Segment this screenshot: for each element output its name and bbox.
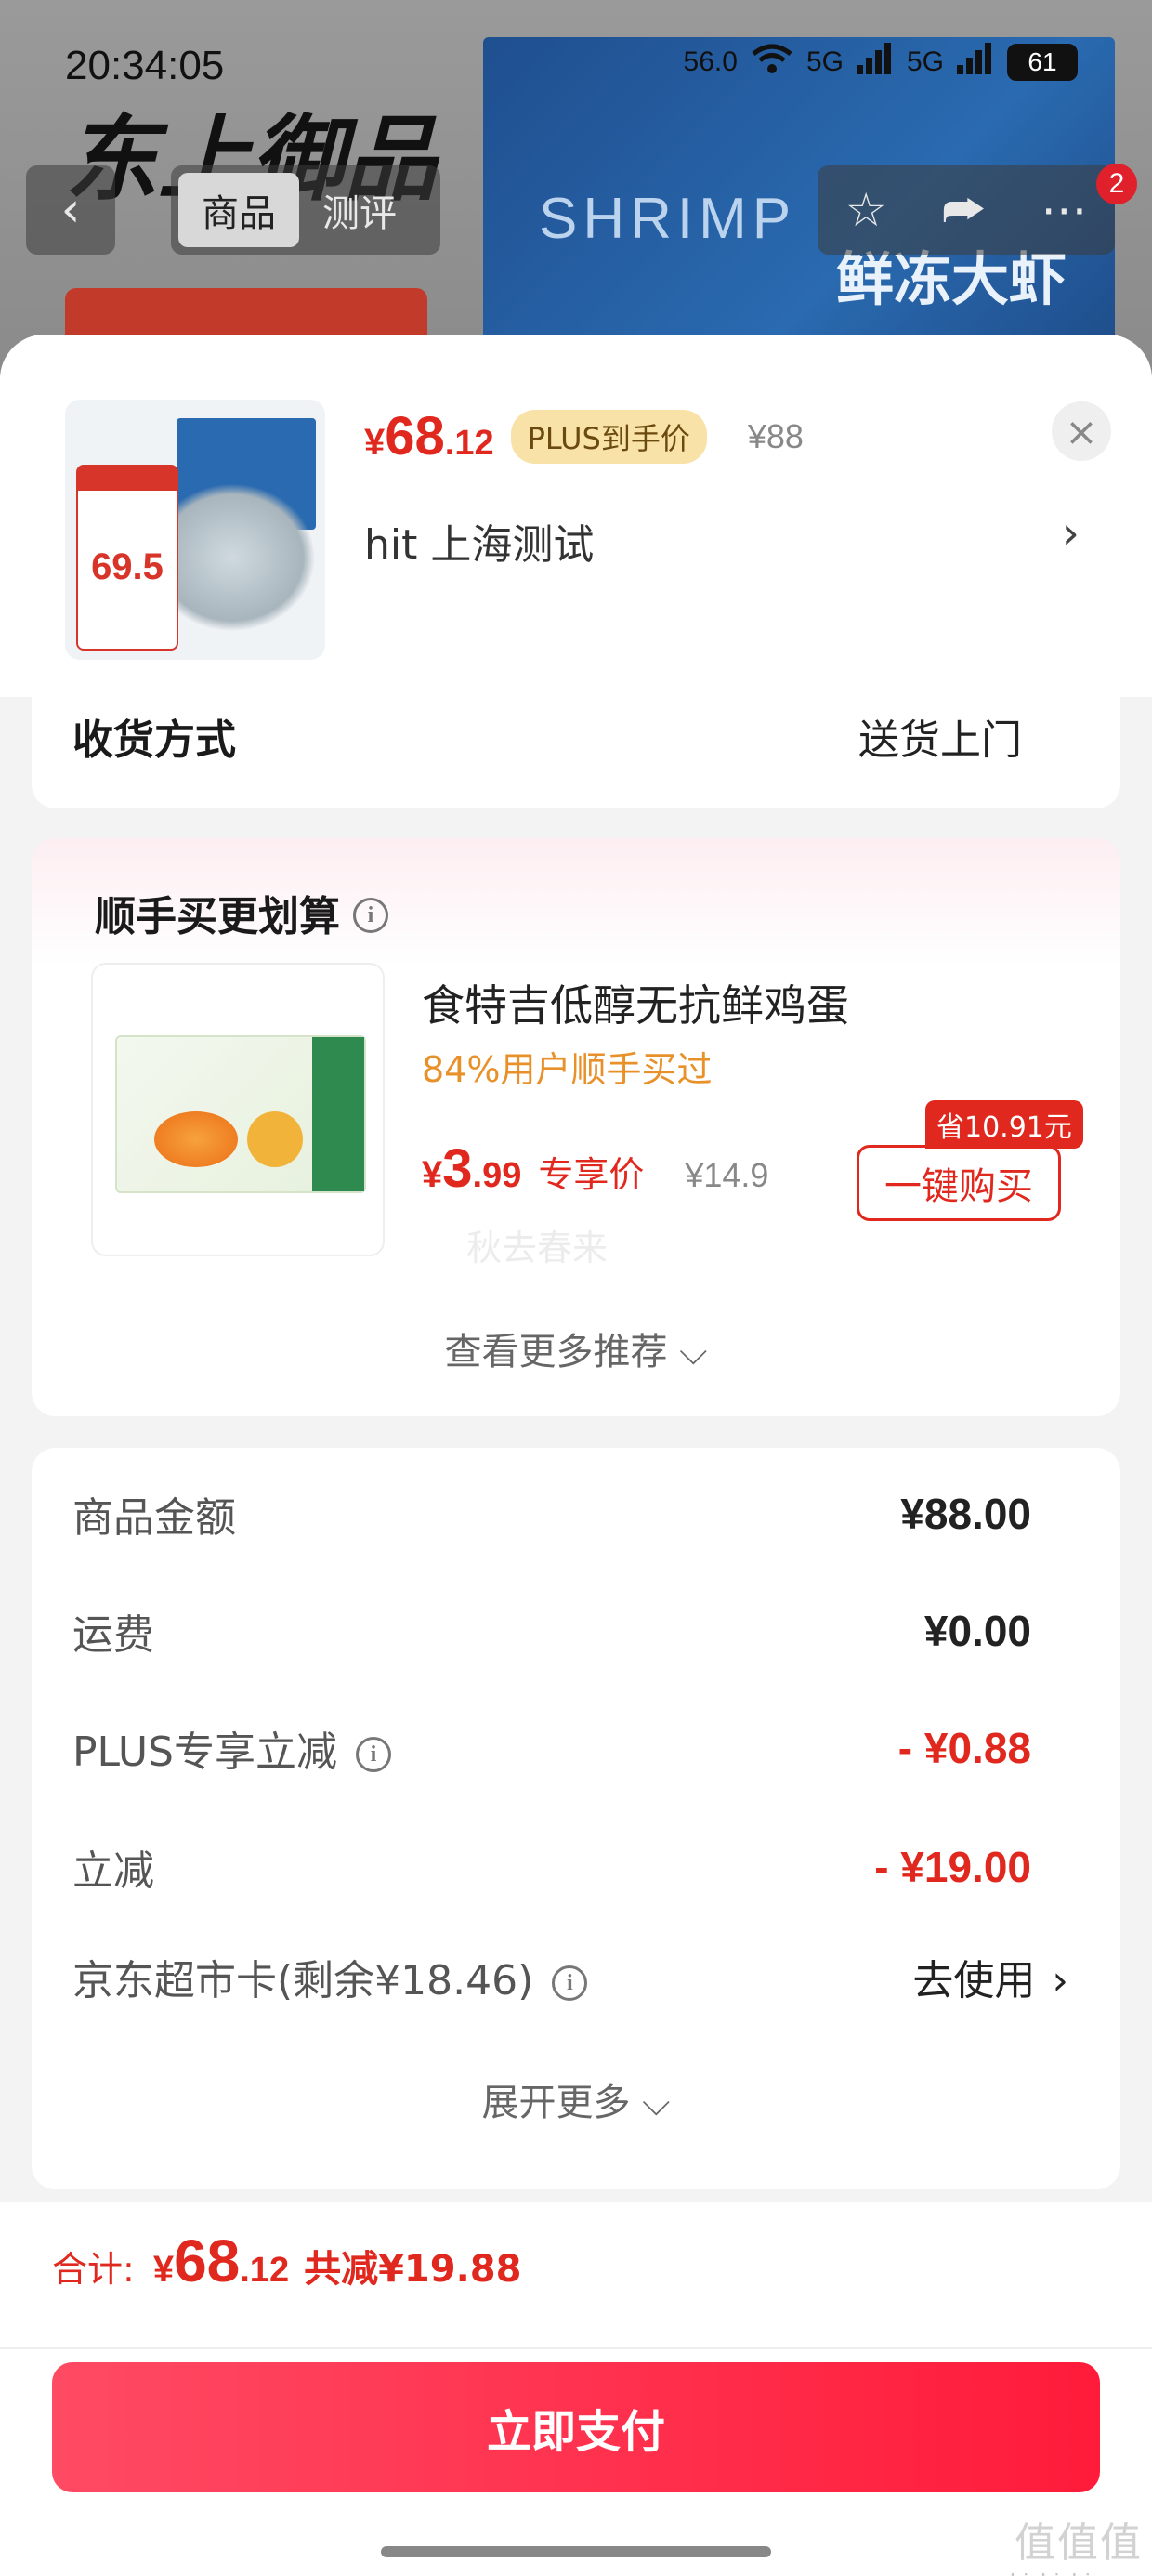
price-row-supermarket-card[interactable]: 京东超市卡(剩余¥18.46) i 去使用 ›: [72, 1944, 1068, 2009]
notification-badge: 2: [1096, 164, 1137, 204]
price-dec: .12: [444, 424, 494, 463]
thumb-promo-tag: 69.5: [76, 465, 178, 651]
price-row-label: 运费: [72, 1611, 154, 1659]
price-row-value: - ¥19.00: [874, 1843, 1031, 1891]
net-speed: 56.0: [683, 46, 738, 77]
exclusive-price-tag: 专享价: [538, 1154, 645, 1195]
price-row-value: ¥0.00: [923, 1607, 1031, 1655]
footer-divider: [0, 2347, 1152, 2349]
signal-a-label: 5G: [805, 46, 844, 77]
info-icon[interactable]: i: [353, 898, 388, 933]
home-indicator[interactable]: [381, 2546, 771, 2557]
price-row-value: - ¥0.88: [897, 1724, 1031, 1772]
recommendation-card: 顺手买更划算 i 食特吉低醇无抗鲜鸡蛋 84%用户顺手买过 ¥3.99 专享价 ¥…: [32, 838, 1120, 1416]
thumb-price: 69.5: [91, 546, 164, 587]
more-recommendations-link[interactable]: 查看更多推荐 ⌵: [32, 1321, 1120, 1375]
tab-switcher: 商品 测评: [171, 165, 440, 255]
price-row-label-wrap: 京东超市卡(剩余¥18.46) i: [72, 1947, 588, 2006]
tab-review[interactable]: 测评: [299, 173, 420, 247]
price-row-value: ¥88.00: [900, 1490, 1031, 1538]
signal-icon: [957, 43, 994, 82]
star-icon[interactable]: ☆: [845, 183, 887, 237]
delivery-method-card: 收货方式 送货上门: [32, 688, 1120, 808]
recommendation-title: 顺手买更划算 i: [95, 883, 388, 942]
total-label: 合计:: [52, 2249, 135, 2290]
price-row-label: 京东超市卡(剩余¥18.46): [72, 1957, 534, 2004]
chevron-right-icon: ›: [1052, 1957, 1068, 2004]
share-icon[interactable]: ⮫: [942, 183, 986, 238]
product-price-line: ¥68.12 PLUS到手价 ¥88: [364, 405, 804, 467]
signal-icon: [856, 43, 894, 82]
product-thumbnail: 69.5: [65, 400, 325, 660]
thumb-tag-strip: [78, 467, 177, 491]
box-text-en: SHRIMP: [539, 187, 797, 251]
info-icon[interactable]: i: [356, 1737, 391, 1772]
watermark-text: 秋去春来: [466, 1228, 609, 1268]
total-dec: .12: [240, 2251, 290, 2290]
use-card-link[interactable]: 去使用 ›: [912, 1947, 1068, 2006]
price-detail-card: 商品金额 ¥88.00 运费 ¥0.00 PLUS专享立减 i - ¥0.88 立…: [32, 1448, 1120, 2189]
signal-b-label: 5G: [906, 46, 944, 77]
back-button[interactable]: ‹: [26, 165, 115, 255]
price-currency: ¥: [364, 422, 386, 463]
checkout-sheet: 69.5 ¥68.12 PLUS到手价 ¥88 × hit 上海测试 › 收货方…: [0, 335, 1152, 2576]
plus-price-tag: PLUS到手价: [510, 409, 707, 464]
recommended-item-image[interactable]: [91, 963, 385, 1256]
delivery-value[interactable]: 送货上门: [858, 706, 1022, 766]
egg-badge-image: [247, 1111, 303, 1167]
expand-more-link[interactable]: 展开更多 ⌵: [32, 2072, 1120, 2126]
pay-now-button[interactable]: 立即支付: [52, 2362, 1100, 2492]
egg-yolk-image: [154, 1111, 238, 1167]
sheet-header: 69.5 ¥68.12 PLUS到手价 ¥88 × hit 上海测试 ›: [0, 335, 1152, 697]
recommendation-title-text: 顺手买更划算: [95, 893, 340, 940]
use-card-text: 去使用: [912, 1957, 1036, 2004]
total-currency: ¥: [152, 2249, 175, 2290]
egg-box-side: [312, 1037, 364, 1191]
close-button[interactable]: ×: [1052, 401, 1111, 461]
wifi-icon: [751, 43, 793, 82]
more-icon[interactable]: ⋯: [1041, 183, 1087, 237]
price-row-discount: 立减 - ¥19.00: [72, 1834, 1031, 1899]
status-bar: 20:34:05 56.0 5G 5G 61: [0, 37, 1152, 93]
recommended-price-line: ¥3.99 专享价 ¥14.9: [422, 1137, 768, 1200]
header-actions: ☆ ⮫ ⋯: [818, 165, 1115, 255]
price-row-label: PLUS专享立减: [72, 1728, 337, 1776]
watermark-logo: 值值值: [1015, 2520, 1143, 2566]
status-time: 20:34:05: [65, 43, 225, 88]
product-price: ¥68.12: [364, 405, 494, 467]
recommended-price: ¥3.99: [422, 1137, 521, 1200]
recommended-item-name[interactable]: 食特吉低醇无抗鲜鸡蛋: [422, 972, 849, 1033]
price-int: 68: [385, 406, 445, 467]
egg-price-currency: ¥: [422, 1154, 443, 1195]
total-int: 68: [174, 2228, 241, 2294]
price-row-goods: 商品金额 ¥88.00: [72, 1481, 1031, 1546]
delivery-label: 收货方式: [72, 716, 236, 764]
one-click-buy-button[interactable]: 一键购买: [857, 1145, 1061, 1221]
close-icon: ×: [1065, 408, 1098, 454]
info-icon[interactable]: i: [552, 1965, 588, 2001]
price-row-label-wrap: PLUS专享立减 i: [72, 1718, 391, 1778]
price-row-label: 立减: [72, 1847, 154, 1895]
status-icons: 56.0 5G 5G 61: [684, 43, 1078, 82]
price-row-label: 商品金额: [72, 1494, 236, 1542]
egg-price-dec: .99: [472, 1156, 522, 1195]
tab-product[interactable]: 商品: [178, 173, 299, 247]
bought-together-text: 84%用户顺手买过: [422, 1049, 713, 1090]
chevron-left-icon: ‹: [60, 182, 81, 238]
total-savings: 共减¥19.88: [304, 2248, 522, 2291]
checkout-footer: 合计: ¥ 68 .12 共减¥19.88 立即支付 值值值 zhizhizhi…: [0, 2202, 1152, 2576]
total-line: 合计: ¥ 68 .12 共减¥19.88: [52, 2227, 521, 2295]
recommended-original-price: ¥14.9: [685, 1156, 769, 1194]
battery-icon: 61: [1007, 44, 1078, 81]
egg-price-int: 3: [442, 1138, 473, 1199]
save-badge: 省10.91元: [925, 1100, 1083, 1149]
corner-watermark: 值值值 zhizhizhi.com: [998, 2509, 1143, 2576]
original-price: ¥88: [747, 416, 804, 455]
chevron-right-icon[interactable]: ›: [1062, 507, 1080, 559]
price-row-shipping: 运费 ¥0.00: [72, 1598, 1031, 1663]
watermark-url: zhizhizhi.com: [998, 2569, 1143, 2576]
delivery-address[interactable]: hit 上海测试: [364, 511, 594, 571]
price-row-plus-discount: PLUS专享立减 i - ¥0.88: [72, 1715, 1031, 1781]
egg-box-image: [115, 1035, 366, 1193]
